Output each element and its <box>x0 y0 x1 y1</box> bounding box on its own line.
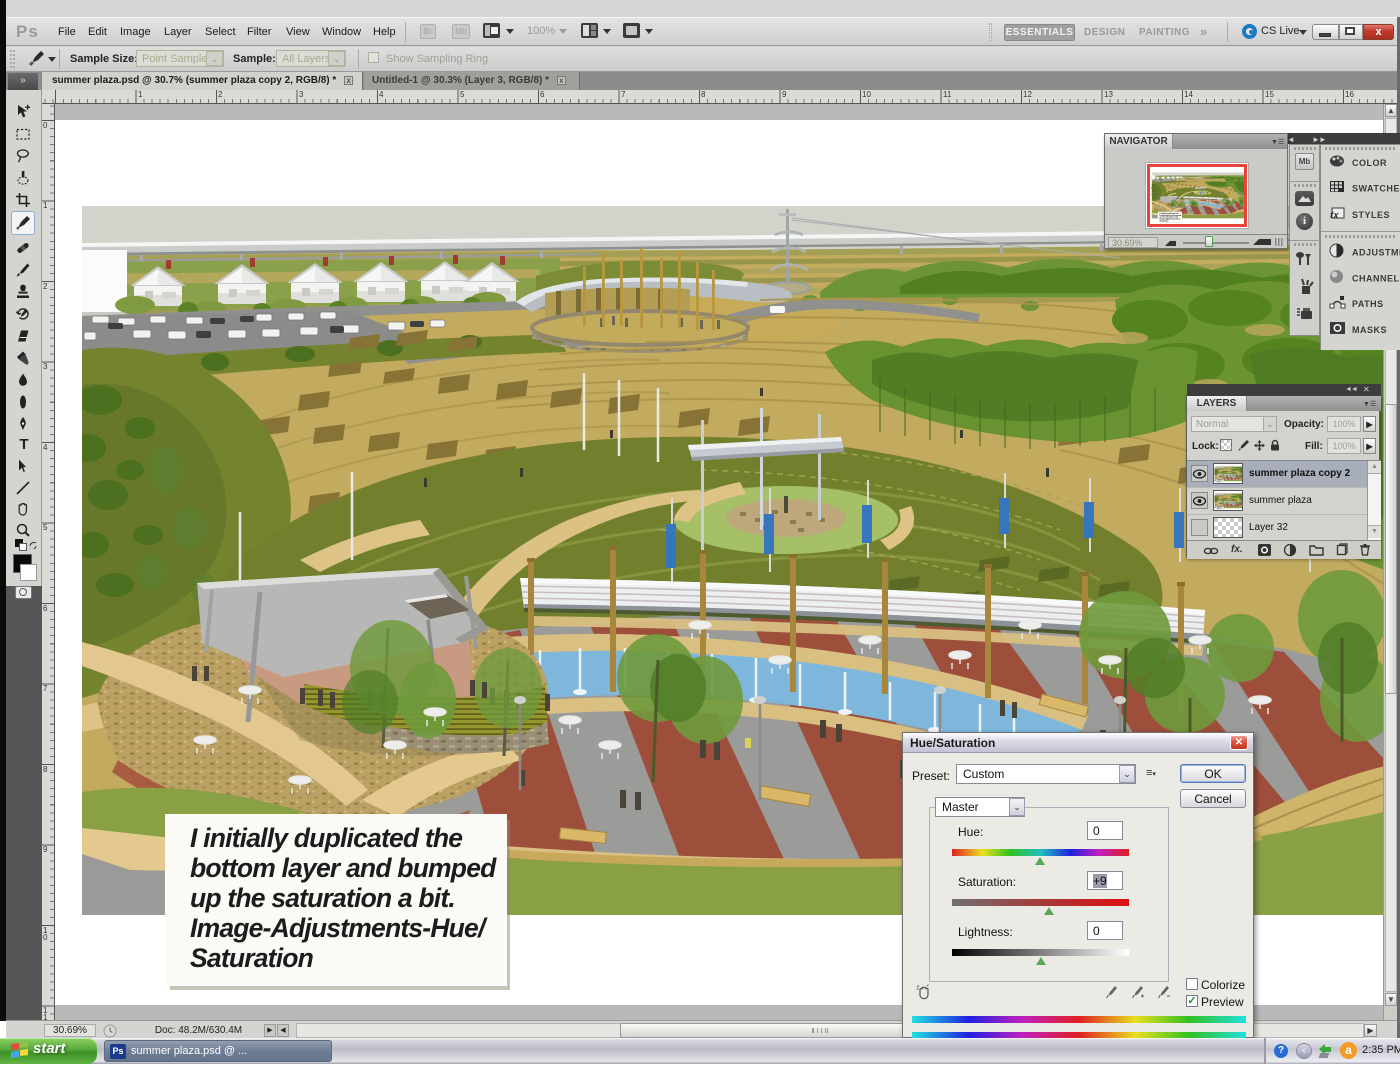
svg-text:I initially duplicated the: I initially duplicated the <box>190 823 462 853</box>
svg-text:Saturation: Saturation <box>190 943 314 973</box>
svg-text:Image-Adjustments-Hue/: Image-Adjustments-Hue/ <box>190 913 488 943</box>
svg-text:up the saturation a bit.: up the saturation a bit. <box>190 883 455 913</box>
svg-text:fx: fx <box>1330 210 1339 220</box>
svg-text:bottom layer and bumped: bottom layer and bumped <box>190 853 497 883</box>
